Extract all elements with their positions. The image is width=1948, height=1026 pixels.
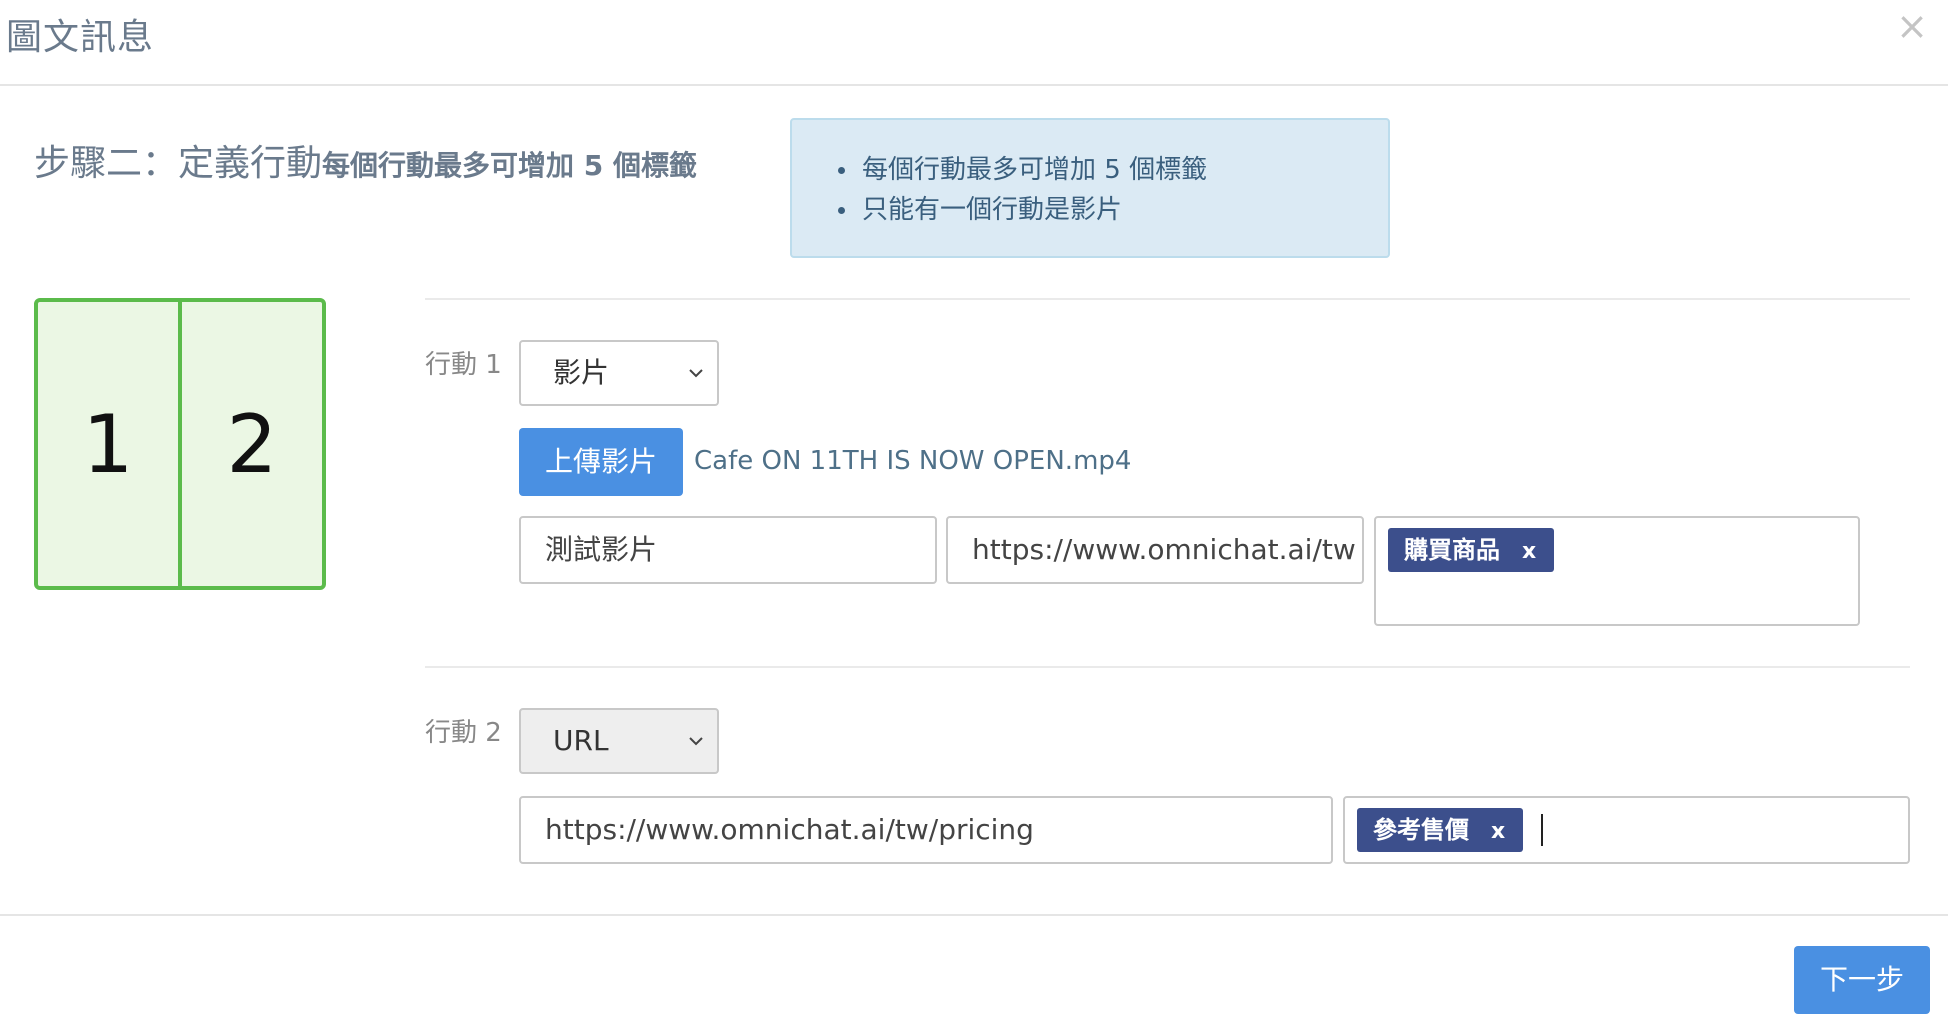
chevron-down-icon	[689, 737, 703, 746]
tag-chip: 購買商品 x	[1388, 528, 1555, 574]
action-1-title-input[interactable]: 測試影片	[519, 516, 937, 584]
divider	[425, 298, 1910, 300]
action-2-tag-input[interactable]: 參考售價 x	[1343, 796, 1910, 864]
action-1-type-select[interactable]: 影片	[519, 340, 719, 406]
action-1-type-value: 影片	[553, 356, 610, 389]
uploaded-file-name: Cafe ON 11TH IS NOW OPEN.mp4	[694, 446, 1132, 476]
layout-preview: 1 2	[34, 298, 326, 590]
action-2-type-select[interactable]: URL	[519, 708, 719, 774]
chevron-down-icon	[689, 369, 703, 378]
tag-chip: 參考售價 x	[1357, 808, 1524, 854]
action-1-url-input[interactable]: https://www.omnichat.ai/tw	[946, 516, 1364, 584]
image-message-modal: 圖文訊息 × 步驟二：定義行動每個行動最多可增加 5 個標籤 每個行動最多可增加…	[0, 0, 1948, 1026]
info-item: 只能有一個行動是影片	[838, 190, 1207, 230]
info-list: 每個行動最多可增加 5 個標籤 只能有一個行動是影片	[838, 150, 1207, 230]
close-button[interactable]: ×	[1896, 6, 1928, 46]
text-cursor	[1541, 814, 1543, 846]
tag-label: 購買商品	[1404, 536, 1500, 564]
action-1-tag-input[interactable]: 購買商品 x	[1374, 516, 1860, 626]
divider	[425, 666, 1910, 668]
action-2-url-input[interactable]: https://www.omnichat.ai/tw/pricing	[519, 796, 1333, 864]
footer-divider	[0, 914, 1948, 916]
layout-cell-1[interactable]: 1	[38, 302, 182, 586]
upload-video-button[interactable]: 上傳影片	[519, 428, 683, 496]
step-heading: 步驟二：定義行動每個行動最多可增加 5 個標籤	[34, 134, 697, 186]
modal-title: 圖文訊息	[6, 17, 155, 58]
step-hint: 每個行動最多可增加 5 個標籤	[322, 149, 697, 182]
info-item: 每個行動最多可增加 5 個標籤	[838, 150, 1207, 190]
action-1-label: 行動 1	[425, 350, 502, 380]
tag-remove-button[interactable]: x	[1491, 810, 1505, 854]
step-title: 步驟二：定義行動	[34, 143, 323, 184]
action-2-label: 行動 2	[425, 718, 502, 748]
layout-cell-2[interactable]: 2	[182, 302, 322, 586]
modal-header: 圖文訊息 ×	[0, 0, 1948, 86]
tag-label: 參考售價	[1373, 816, 1469, 844]
info-box: 每個行動最多可增加 5 個標籤 只能有一個行動是影片	[790, 118, 1390, 258]
action-2-type-value: URL	[553, 724, 609, 757]
tag-remove-button[interactable]: x	[1522, 530, 1536, 574]
next-step-button[interactable]: 下一步	[1794, 946, 1930, 1014]
